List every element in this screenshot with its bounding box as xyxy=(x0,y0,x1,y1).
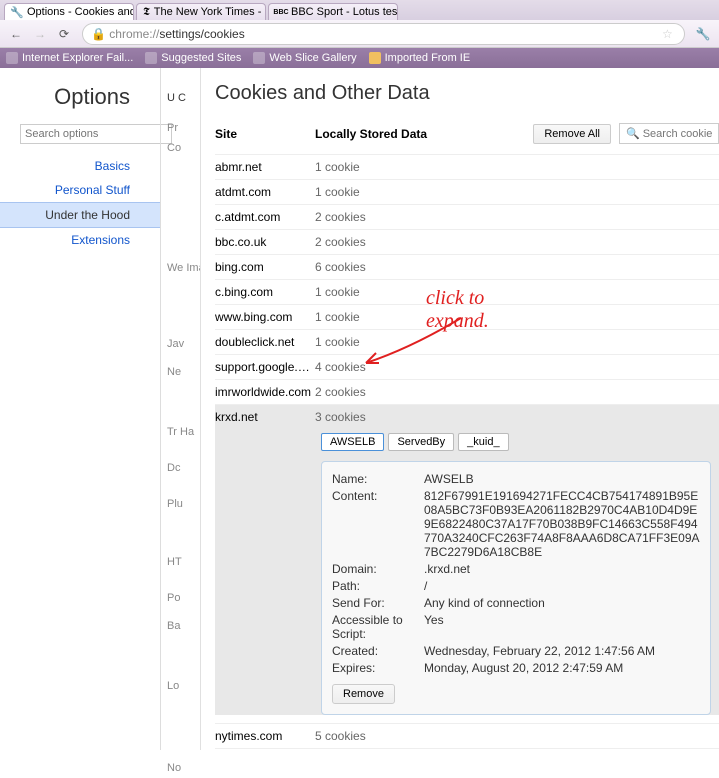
cookie-header: Site Locally Stored Data Remove All 🔍 xyxy=(215,123,719,144)
wrench-icon: 🔧 xyxy=(11,6,23,18)
remove-all-button[interactable]: Remove All xyxy=(533,124,611,144)
col-site-header: Site xyxy=(215,127,315,141)
cookie-row-expanded[interactable]: krxd.net 3 cookies AWSELBServedBy_kuid_ … xyxy=(215,404,719,715)
sidebar-item-under-hood[interactable]: Under the Hood xyxy=(0,202,160,228)
back-button[interactable]: ← xyxy=(6,24,26,44)
cookie-site: doubleclick.net xyxy=(215,335,315,349)
cookie-data: 1 cookie xyxy=(315,310,719,324)
cookie-data: 5 cookies xyxy=(315,729,719,743)
tab-nytimes[interactable]: 𝕿 The New York Times - Brea × xyxy=(136,3,266,20)
cookie-chips: AWSELBServedBy_kuid_ xyxy=(215,429,719,455)
content-pane: Cookies and Other Data Site Locally Stor… xyxy=(200,68,719,750)
cookie-row[interactable]: www.bing.com1 cookie xyxy=(215,304,719,329)
page-icon xyxy=(253,52,265,64)
toolbar: ← → ⟳ 🔒 chrome://settings/cookies ☆ 🔧 xyxy=(0,20,719,48)
cookie-row[interactable]: bbc.co.uk2 cookies xyxy=(215,229,719,254)
tab-label: Options - Cookies and Othe xyxy=(27,6,134,18)
tab-options[interactable]: 🔧 Options - Cookies and Othe × xyxy=(4,3,134,20)
globe-icon: 🔒 xyxy=(91,27,106,41)
cookie-data: 2 cookies xyxy=(315,210,719,224)
cookie-site: bing.com xyxy=(215,260,315,274)
tab-label: BBC Sport - Lotus testing h xyxy=(291,6,398,18)
bookmarks-bar: Internet Explorer Fail... Suggested Site… xyxy=(0,48,719,68)
cookie-data: 2 cookies xyxy=(315,385,719,399)
sidebar-item-extensions[interactable]: Extensions xyxy=(0,228,160,252)
cookie-data: 4 cookies xyxy=(315,360,719,374)
page-icon xyxy=(145,52,157,64)
cookie-data: 1 cookie xyxy=(315,335,719,349)
url-path: settings/cookies xyxy=(159,27,244,41)
reload-button[interactable]: ⟳ xyxy=(54,24,74,44)
cookie-site: c.bing.com xyxy=(215,285,315,299)
sidebar-item-basics[interactable]: Basics xyxy=(0,154,160,178)
cookie-row[interactable]: abmr.net1 cookie xyxy=(215,154,719,179)
cookie-data: 1 cookie xyxy=(315,185,719,199)
cookie-data: 1 cookie xyxy=(315,160,719,174)
sidebar-item-personal[interactable]: Personal Stuff xyxy=(0,178,160,202)
cookie-data: 2 cookies xyxy=(315,235,719,249)
cookie-data: 3 cookies xyxy=(315,410,719,424)
middle-pane: U C Pr Co We Ima Jav Ne Tr Ha Dc Plu HT … xyxy=(160,68,200,750)
cookie-site: krxd.net xyxy=(215,410,315,424)
cookie-row[interactable]: imrworldwide.com2 cookies xyxy=(215,379,719,404)
col-data-header: Locally Stored Data xyxy=(315,127,533,141)
search-options-input[interactable] xyxy=(20,124,172,144)
bookmark-imported[interactable]: Imported From IE xyxy=(369,52,471,64)
cookie-site: bbc.co.uk xyxy=(215,235,315,249)
cookie-site: abmr.net xyxy=(215,160,315,174)
page-icon xyxy=(6,52,18,64)
cookie-detail: Name:AWSELB Content:812F67991E191694271F… xyxy=(321,461,711,715)
nyt-icon: 𝕿 xyxy=(143,6,150,18)
cookie-site: c.atdmt.com xyxy=(215,210,315,224)
cookie-chip[interactable]: AWSELB xyxy=(321,433,384,451)
remove-cookie-button[interactable]: Remove xyxy=(332,684,395,704)
bookmark-webslice[interactable]: Web Slice Gallery xyxy=(253,52,356,64)
page-title: Options xyxy=(0,84,160,124)
bbc-icon: BBC xyxy=(275,6,287,18)
cookie-row[interactable]: bing.com6 cookies xyxy=(215,254,719,279)
url-prefix: chrome:// xyxy=(109,27,159,41)
cookie-row[interactable]: support.google.com4 cookies xyxy=(215,354,719,379)
bookmark-suggested[interactable]: Suggested Sites xyxy=(145,52,241,64)
wrench-menu-button[interactable]: 🔧 xyxy=(693,24,713,44)
content-title: Cookies and Other Data xyxy=(215,82,719,105)
cookie-site: imrworldwide.com xyxy=(215,385,315,399)
tab-bar: 🔧 Options - Cookies and Othe × 𝕿 The New… xyxy=(0,0,719,20)
tab-label: The New York Times - Brea xyxy=(154,6,266,18)
cookie-row[interactable]: c.atdmt.com2 cookies xyxy=(215,204,719,229)
tab-bbc[interactable]: BBC BBC Sport - Lotus testing h × xyxy=(268,3,398,20)
search-cookies-input[interactable] xyxy=(643,128,712,140)
forward-button[interactable]: → xyxy=(30,24,50,44)
cookie-row[interactable]: c.bing.com1 cookie xyxy=(215,279,719,304)
cookie-data: 6 cookies xyxy=(315,260,719,274)
cookie-row[interactable]: atdmt.com1 cookie xyxy=(215,179,719,204)
cookie-chip[interactable]: _kuid_ xyxy=(458,433,508,451)
cookie-site: nytimes.com xyxy=(215,729,315,743)
star-icon[interactable]: ☆ xyxy=(662,27,676,41)
cookie-site: atdmt.com xyxy=(215,185,315,199)
cookie-table: abmr.net1 cookieatdmt.com1 cookiec.atdmt… xyxy=(215,154,719,750)
search-cookies-field[interactable]: 🔍 xyxy=(619,123,719,144)
cookie-site: support.google.com xyxy=(215,360,315,374)
cookie-data: 1 cookie xyxy=(315,285,719,299)
sidebar: Options Basics Personal Stuff Under the … xyxy=(0,68,160,750)
main: Options Basics Personal Stuff Under the … xyxy=(0,68,719,750)
folder-icon xyxy=(369,52,381,64)
cookie-chip[interactable]: ServedBy xyxy=(388,433,454,451)
cookie-site: www.bing.com xyxy=(215,310,315,324)
cookie-row[interactable]: nytimes.com5 cookies xyxy=(215,723,719,748)
cookie-row[interactable]: doubleclick.net1 cookie xyxy=(215,329,719,354)
search-icon: 🔍 xyxy=(626,127,640,140)
url-bar[interactable]: 🔒 chrome://settings/cookies ☆ xyxy=(82,23,685,45)
bookmark-ie-fail[interactable]: Internet Explorer Fail... xyxy=(6,52,133,64)
